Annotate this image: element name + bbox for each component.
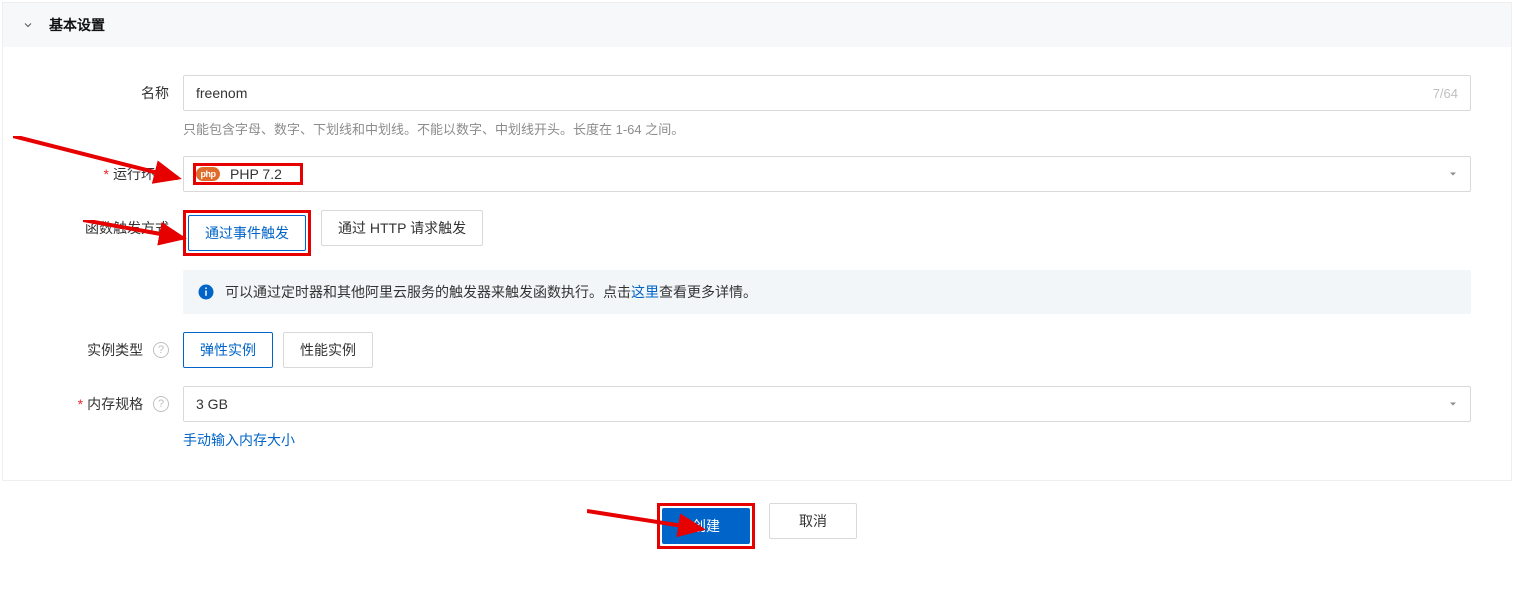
form: 名称 7/64 只能包含字母、数字、下划线和中划线。不能以数字、中划线开头。长度… (3, 47, 1511, 450)
runtime-value: PHP 7.2 (230, 166, 300, 182)
panel-header[interactable]: 基本设置 (3, 3, 1511, 47)
trigger-option-http[interactable]: 通过 HTTP 请求触发 (321, 210, 483, 246)
chevron-down-icon (1446, 167, 1460, 181)
chevron-down-icon (1446, 397, 1460, 411)
memory-select[interactable]: 3 GB (183, 386, 1471, 422)
trigger-highlight: 通过事件触发 (183, 210, 311, 256)
instance-type-group: 弹性实例 性能实例 (183, 332, 373, 368)
name-input[interactable] (196, 85, 1433, 101)
create-highlight: 创建 (657, 503, 755, 549)
manual-memory-link[interactable]: 手动输入内存大小 (183, 432, 295, 448)
runtime-value-highlight: php PHP 7.2 (196, 166, 300, 182)
create-button[interactable]: 创建 (662, 508, 750, 544)
row-name: 名称 7/64 只能包含字母、数字、下划线和中划线。不能以数字、中划线开头。长度… (3, 75, 1511, 138)
name-counter: 7/64 (1433, 86, 1458, 101)
required-asterisk-icon: * (78, 396, 83, 412)
label-runtime: *运行环境 (3, 156, 183, 184)
alert-link[interactable]: 这里 (631, 284, 659, 300)
trigger-option-event[interactable]: 通过事件触发 (188, 215, 306, 251)
row-memory: *内存规格 ? 3 GB (3, 386, 1511, 422)
info-icon (197, 283, 215, 301)
label-trigger: 函数触发方式 (3, 210, 183, 238)
instance-type-performance[interactable]: 性能实例 (283, 332, 373, 368)
row-memory-link: 手动输入内存大小 (3, 430, 1511, 450)
alert-text-prefix: 可以通过定时器和其他阿里云服务的触发器来触发函数执行。点击 (225, 284, 631, 300)
help-icon[interactable]: ? (153, 396, 169, 412)
runtime-select[interactable]: php PHP 7.2 (183, 156, 1471, 192)
basic-settings-panel: 基本设置 名称 7/64 只能包含字母、数字、下划线和中划线。不能以数字、中划线… (2, 2, 1512, 481)
chevron-down-icon (21, 18, 35, 32)
panel-title: 基本设置 (49, 15, 105, 35)
label-name: 名称 (3, 75, 183, 103)
name-hint: 只能包含字母、数字、下划线和中划线。不能以数字、中划线开头。长度在 1-64 之… (183, 119, 1471, 138)
memory-value: 3 GB (196, 396, 228, 412)
instance-type-elastic[interactable]: 弹性实例 (183, 332, 273, 368)
name-input-wrap[interactable]: 7/64 (183, 75, 1471, 111)
row-trigger: 函数触发方式 通过事件触发 通过 HTTP 请求触发 可以通过定时器和其他阿里云… (3, 210, 1511, 314)
row-instance-type: 实例类型 ? 弹性实例 性能实例 (3, 332, 1511, 368)
cancel-button[interactable]: 取消 (769, 503, 857, 539)
php-icon: php (196, 167, 220, 181)
trigger-info-alert: 可以通过定时器和其他阿里云服务的触发器来触发函数执行。点击这里查看更多详情。 (183, 270, 1471, 314)
label-memory: *内存规格 ? (3, 386, 183, 414)
required-asterisk-icon: * (104, 166, 109, 182)
help-icon[interactable]: ? (153, 342, 169, 358)
alert-text-suffix: 查看更多详情。 (659, 284, 757, 300)
trigger-group: 通过事件触发 通过 HTTP 请求触发 (183, 210, 483, 256)
row-runtime: *运行环境 php PHP 7.2 (3, 156, 1511, 192)
footer: 创建 取消 (0, 503, 1514, 549)
label-instance-type: 实例类型 ? (3, 332, 183, 360)
